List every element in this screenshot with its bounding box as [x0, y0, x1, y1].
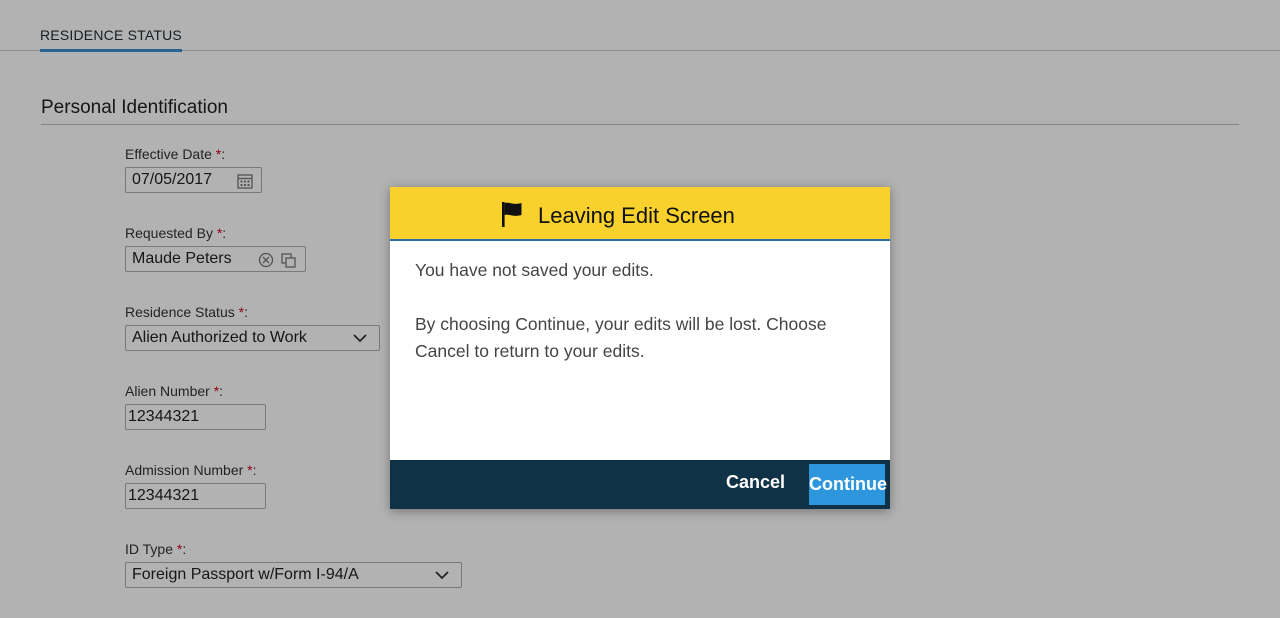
dialog-footer: Cancel Continue	[390, 460, 890, 509]
cancel-button[interactable]: Cancel	[726, 472, 785, 493]
continue-button[interactable]: Continue	[809, 464, 887, 505]
flag-icon	[502, 202, 522, 227]
dialog-message-unsaved: You have not saved your edits.	[415, 260, 654, 280]
leaving-edit-dialog: Leaving Edit Screen You have not saved y…	[390, 187, 890, 509]
dialog-body: You have not saved your edits. By choosi…	[415, 257, 865, 392]
dialog-message-warning: By choosing Continue, your edits will be…	[415, 314, 827, 361]
dialog-title: Leaving Edit Screen	[538, 203, 735, 228]
dialog-header: Leaving Edit Screen	[390, 187, 890, 241]
